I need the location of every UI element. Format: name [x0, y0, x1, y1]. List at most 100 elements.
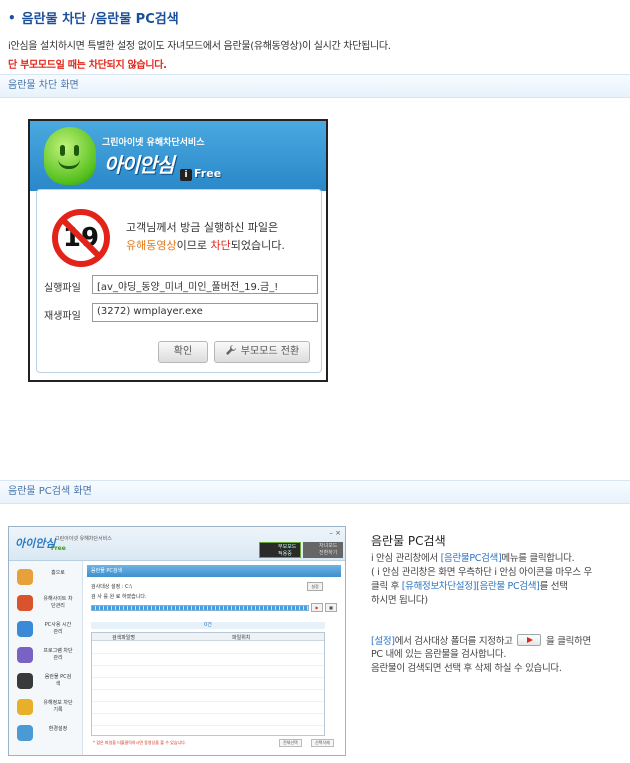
sidebar-item-log[interactable]: 유해정보 차단기록 — [9, 695, 83, 721]
sidebar-item-pc-search[interactable]: 음란물 PC검색 — [9, 669, 83, 695]
intro-description: i안심을 설치하시면 특별한 설정 없이도 자녀모드에서 음란물(유해동영상)이… — [8, 41, 391, 52]
play-button-icon — [517, 634, 542, 646]
brand-badge-icon: i — [180, 169, 192, 181]
log-icon — [17, 699, 33, 715]
brand-logo: 아이안심 — [104, 153, 175, 177]
instruction-line: [설정]에서 검사대상 폴더를 지정하고 을 클릭하면 — [371, 634, 591, 648]
app-sidebar: 홈으로 유해사이트 차단관리 PC사용 시간관리 프로그램 차단관리 음란물 P… — [9, 561, 83, 755]
search-pc-icon — [17, 673, 33, 689]
col-name: 검색파일명 — [112, 635, 136, 641]
table-row — [92, 677, 324, 678]
instruction-line: 클릭 후 [유해정보차단설정][음란물 PC검색]를 선택 — [371, 580, 568, 593]
text: 클릭 후 — [371, 581, 402, 592]
scan-status: 검 사 를 완 료 하였습니다. — [91, 594, 147, 600]
menu-path-link: [유해정보차단설정][음란물 PC검색] — [401, 581, 540, 592]
settings-button[interactable]: 설정 — [307, 582, 323, 591]
sidebar-label: 홈으로 — [51, 570, 65, 576]
table-row — [92, 701, 324, 702]
brand-free-text: Free — [194, 167, 222, 180]
blocked-text: 차단 — [210, 239, 231, 252]
sidebar-item-program[interactable]: 프로그램 차단관리 — [9, 643, 83, 669]
child-mode-button[interactable]: 자녀모드 전환하기 — [303, 542, 343, 558]
instruction-line: 하시면 됩니다) — [371, 595, 428, 606]
table-header: 검색파일명 파일위치 — [92, 633, 324, 641]
file-label: 실행파일 — [44, 283, 81, 294]
stop-icon[interactable]: ■ — [325, 603, 337, 612]
text: 을 클릭하면 — [543, 636, 591, 647]
text: 에서 검사대상 폴더를 지정하고 — [394, 636, 516, 647]
dialog-header: 그린아이넷 유해차단서비스 아이안심 i Free — [30, 121, 326, 191]
app-logo: 아이안심 — [15, 537, 56, 550]
pc-search-app: 아이안심 그린아이넷 유해차단서비스 Free – × 부모모드 적용중 자녀모… — [8, 526, 346, 756]
section-header-block: 음란물 차단 화면 — [0, 74, 630, 98]
ok-button[interactable]: 확인 — [158, 341, 208, 363]
harmful-video-text: 유해동영상 — [126, 239, 177, 252]
parent-mode-badge[interactable]: 부모모드 적용중 — [259, 542, 301, 558]
play-icon[interactable]: ▶ — [311, 603, 323, 612]
text: 메뉴를 클릭합니다. — [501, 553, 575, 564]
col-location: 파일위치 — [232, 635, 251, 641]
sidebar-label: 유해정보 차단기록 — [43, 700, 73, 713]
sidebar-item-settings[interactable]: 환경설정 — [9, 721, 83, 747]
smiley-logo-icon — [44, 127, 96, 185]
page-title: • 음란물 차단 /음란물 PC검색 — [8, 8, 622, 28]
message-end: 되었습니다. — [230, 239, 285, 252]
table-row — [92, 713, 324, 714]
table-row — [92, 665, 324, 666]
brand-free: i Free — [180, 167, 221, 181]
instruction-line: ( i 안심 관리창은 화면 우측하단 i 안심 아이콘을 마우스 우 — [371, 567, 592, 578]
eye — [60, 145, 65, 156]
settings-link: [설정] — [371, 636, 395, 647]
search-heading: 음란물 PC검색 — [371, 534, 446, 548]
table-row — [92, 689, 324, 690]
sidebar-item-site-block[interactable]: 유해사이트 차단관리 — [9, 591, 83, 617]
file-field: [av_야딩_동양_미녀_미인_풀버전_19.금_! — [92, 275, 318, 294]
block-message-line2: 유해동영상이므로 차단되었습니다. — [126, 237, 285, 253]
mouth — [58, 159, 80, 169]
select-all-button[interactable]: 전체선택 — [279, 739, 302, 747]
instruction-line: PC 내에 있는 음란물을 검사합니다. — [371, 649, 507, 660]
player-label: 재생파일 — [44, 311, 81, 322]
sidebar-label: 환경설정 — [48, 726, 68, 732]
table-row — [92, 725, 324, 726]
sidebar-item-time[interactable]: PC사용 시간관리 — [9, 617, 83, 643]
text: 를 선택 — [539, 581, 568, 592]
message-mid: 이므로 — [176, 239, 211, 252]
window-controls[interactable]: – × — [329, 529, 341, 537]
footer-note: * 검은 파일을 더블클릭하시면 동영상을 볼 수 있습니다. — [93, 740, 187, 745]
instruction-line: 음란물이 검색되면 선택 후 삭제 하실 수 있습니다. — [371, 663, 562, 674]
instruction-line: i 안심 관리창에서 [음란물PC검색]메뉴를 클릭합니다. — [371, 552, 575, 565]
eye — [74, 145, 79, 156]
clock-icon — [17, 621, 33, 637]
site-block-icon — [17, 595, 33, 611]
block-dialog: 그린아이넷 유해차단서비스 아이안심 iFree 19 고객님께서 방금 실행하… — [28, 119, 328, 382]
sidebar-label: 유해사이트 차단관리 — [43, 596, 73, 609]
service-name: 그린아이넷 유해차단서비스 — [102, 138, 205, 148]
sidebar-label: 음란물 PC검색 — [44, 674, 72, 687]
app-logo-sub: 그린아이넷 유해차단서비스 — [55, 536, 112, 542]
scan-progress-bar — [91, 605, 309, 611]
section-header-search: 음란물 PC검색 화면 — [0, 480, 630, 504]
result-table: 검색파일명 파일위치 — [91, 632, 325, 736]
sidebar-item-home[interactable]: 홈으로 — [9, 565, 83, 591]
sidebar-label: PC사용 시간관리 — [44, 622, 72, 635]
parent-mode-button[interactable]: 부모모드 전환 — [214, 341, 310, 363]
parent-mode-label: 부모모드 전환 — [240, 346, 300, 357]
program-icon — [17, 647, 33, 663]
no-minors-icon: 19 — [52, 209, 110, 267]
text: i 안심 관리창에서 — [371, 553, 441, 564]
player-field: (3272) wmplayer.exe — [92, 303, 318, 322]
table-row — [92, 653, 324, 654]
wrench-icon — [225, 345, 236, 355]
gear-icon — [17, 725, 33, 741]
result-count: 0건 — [91, 622, 325, 629]
panel-title: 음란물 PC검색 — [87, 565, 341, 577]
page-title-text: 음란물 차단 /음란물 PC검색 — [21, 12, 179, 27]
intro-warning: 단 부모모드일 때는 차단되지 않습니다. — [8, 60, 167, 71]
scan-target-label: 검사대상 설정 : C:\ — [91, 584, 132, 590]
intro-section: • 음란물 차단 /음란물 PC검색 i안심을 설치하시면 특별한 설정 없이도… — [8, 8, 622, 72]
menu-link: [음란물PC검색] — [440, 553, 502, 564]
app-header: 아이안심 그린아이넷 유해차단서비스 Free – × 부모모드 적용중 자녀모… — [9, 527, 345, 561]
home-icon — [17, 569, 33, 585]
delete-selected-button[interactable]: 선택삭제 — [311, 739, 334, 747]
